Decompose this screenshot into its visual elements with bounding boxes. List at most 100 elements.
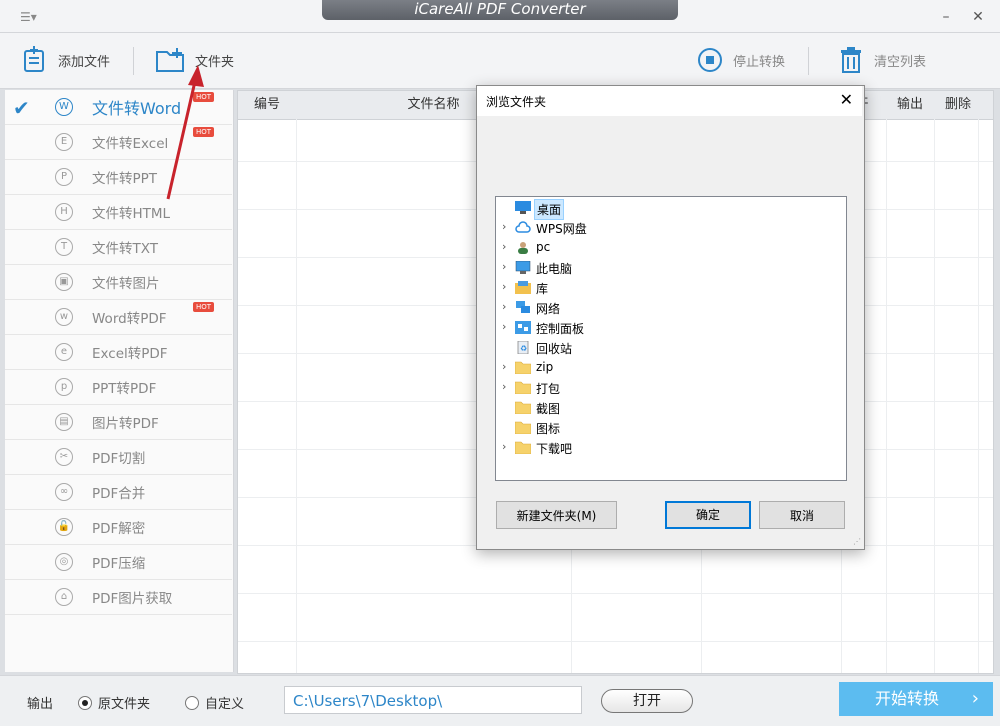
radio-source-folder[interactable]: 原文件夹 — [78, 693, 150, 712]
expand-arrow-icon[interactable]: › — [502, 440, 506, 453]
col-index[interactable]: 编号 — [238, 91, 296, 119]
expand-arrow-icon[interactable]: › — [502, 280, 506, 293]
sidebar-item[interactable]: w Word转PDF HOT — [5, 300, 232, 335]
expand-arrow-icon[interactable]: › — [502, 320, 506, 333]
expand-arrow-icon[interactable]: › — [502, 260, 506, 273]
clear-list-label: 清空列表 — [874, 54, 927, 70]
format-icon: w — [55, 308, 73, 326]
tree-item-label: 桌面 — [534, 199, 565, 220]
col-output[interactable]: 输出 — [886, 91, 934, 119]
library-icon — [515, 281, 531, 294]
folder-icon — [514, 381, 532, 395]
sidebar-item[interactable]: ⌂ PDF图片获取 — [5, 580, 232, 615]
dialog-close-icon[interactable]: ✕ — [840, 90, 853, 109]
sidebar-item[interactable]: ∞ PDF合并 — [5, 475, 232, 510]
sidebar-item[interactable]: ▤ 图片转PDF — [5, 405, 232, 440]
tree-item[interactable]: › 网络 — [496, 298, 844, 318]
close-icon[interactable]: ✕ — [968, 7, 988, 27]
stop-icon — [698, 48, 722, 72]
radio-custom[interactable]: 自定义 — [185, 693, 244, 712]
tree-item-label: zip — [536, 360, 554, 374]
folder-icon — [514, 441, 532, 455]
expand-arrow-icon[interactable]: › — [502, 300, 506, 313]
resize-grip-icon[interactable]: ⋰ — [853, 537, 861, 546]
tree-item-label: 图标 — [536, 422, 561, 436]
expand-arrow-icon[interactable]: › — [502, 360, 506, 373]
tree-item[interactable]: › pc — [496, 238, 844, 258]
format-icon: ▤ — [55, 413, 73, 431]
tree-item[interactable]: › 打包 — [496, 378, 844, 398]
sidebar-item-label: PDF合并 — [92, 486, 146, 502]
sidebar-item[interactable]: p PPT转PDF — [5, 370, 232, 405]
sidebar-item-label: 文件转图片 — [92, 276, 160, 292]
folder-icon — [514, 361, 532, 375]
output-path-input[interactable]: C:\Users\7\Desktop\ — [284, 686, 582, 714]
tree-item[interactable]: › zip — [496, 358, 844, 378]
expand-arrow-icon[interactable]: › — [502, 220, 506, 233]
recycle-bin-icon: ♻ — [515, 340, 531, 355]
app-title: iCareAll PDF Converter — [322, 0, 678, 20]
tree-item[interactable]: 桌面 — [496, 198, 844, 220]
sidebar-item-label: PDF图片获取 — [92, 591, 173, 607]
tree-item[interactable]: › 此电脑 — [496, 258, 844, 278]
tree-item[interactable]: ♻ 回收站 — [496, 338, 844, 358]
dialog-title: 浏览文件夹 — [486, 95, 547, 109]
tree-item[interactable]: › 控制面板 — [496, 318, 844, 338]
network-icon — [515, 301, 531, 314]
sidebar-item[interactable]: ▣ 文件转图片 — [5, 265, 232, 300]
radio-custom-label: 自定义 — [205, 697, 245, 712]
tree-item[interactable]: 图标 — [496, 418, 844, 438]
sidebar-item[interactable]: ✂ PDF切割 — [5, 440, 232, 475]
svg-text:♻: ♻ — [520, 344, 527, 353]
add-file-label: 添加文件 — [58, 54, 111, 70]
sidebar-item-label: PPT转PDF — [92, 381, 157, 397]
sidebar-item[interactable]: e Excel转PDF — [5, 335, 232, 370]
trash-icon — [841, 47, 861, 73]
control-panel-icon — [515, 321, 531, 334]
sidebar-item[interactable]: 🔓 PDF解密 — [5, 510, 232, 545]
sidebar-item-label: 文件转TXT — [92, 241, 159, 257]
sidebar-item-label: PDF压缩 — [92, 556, 146, 572]
folder-tree[interactable]: 桌面 › WPS网盘 › pc › 此电脑 › 库 › 网络 › 控制面板 ♻ 回收站 › zip › 打包 截图 图标… — [495, 196, 847, 481]
radio-source-label: 原文件夹 — [98, 697, 151, 712]
sidebar-item[interactable]: ◎ PDF压缩 — [5, 545, 232, 580]
clear-list-button[interactable]: 清空列表 — [838, 45, 926, 75]
tree-item-label: pc — [536, 240, 551, 254]
tree-item[interactable]: 截图 — [496, 398, 844, 418]
col-delete[interactable]: 删除 — [934, 91, 982, 119]
format-icon: ▣ — [55, 273, 73, 291]
grid-line — [238, 593, 993, 594]
new-folder-button[interactable]: 新建文件夹(M) — [496, 501, 617, 529]
tree-item[interactable]: › 下载吧 — [496, 438, 844, 458]
minimize-icon[interactable]: – — [936, 7, 956, 27]
ok-button[interactable]: 确定 — [665, 501, 751, 529]
tree-item[interactable]: › WPS网盘 — [496, 218, 844, 238]
grid-line — [238, 641, 993, 642]
cancel-button[interactable]: 取消 — [759, 501, 845, 529]
open-folder-button[interactable]: 打开 — [601, 689, 693, 713]
app-menu-icon[interactable]: ☰▾ — [20, 10, 37, 24]
sidebar-item[interactable]: T 文件转TXT — [5, 230, 232, 265]
format-icon: ⌂ — [55, 588, 73, 606]
chevron-right-icon: › — [971, 688, 979, 709]
start-convert-button[interactable]: 开始转换 › — [839, 682, 993, 716]
tree-item-label: 截图 — [536, 402, 561, 416]
format-icon: H — [55, 203, 73, 221]
cloud-icon — [515, 221, 531, 234]
toolbar-divider — [133, 47, 134, 75]
stop-convert-button[interactable]: 停止转换 — [697, 45, 785, 75]
format-icon: W — [55, 98, 73, 116]
sidebar-item-label: PDF切割 — [92, 451, 146, 467]
format-icon: E — [55, 133, 73, 151]
expand-arrow-icon[interactable]: › — [502, 240, 506, 253]
tree-item[interactable]: › 库 — [496, 278, 844, 298]
toolbar-divider — [808, 47, 809, 75]
grid-line — [978, 119, 979, 673]
expand-arrow-icon[interactable]: › — [502, 380, 506, 393]
format-icon: ◎ — [55, 553, 73, 571]
add-file-icon — [24, 46, 44, 72]
add-file-button[interactable]: 添加文件 — [20, 45, 110, 75]
sidebar-item-label: 图片转PDF — [92, 416, 159, 432]
user-icon — [515, 241, 531, 254]
format-icon: e — [55, 343, 73, 361]
